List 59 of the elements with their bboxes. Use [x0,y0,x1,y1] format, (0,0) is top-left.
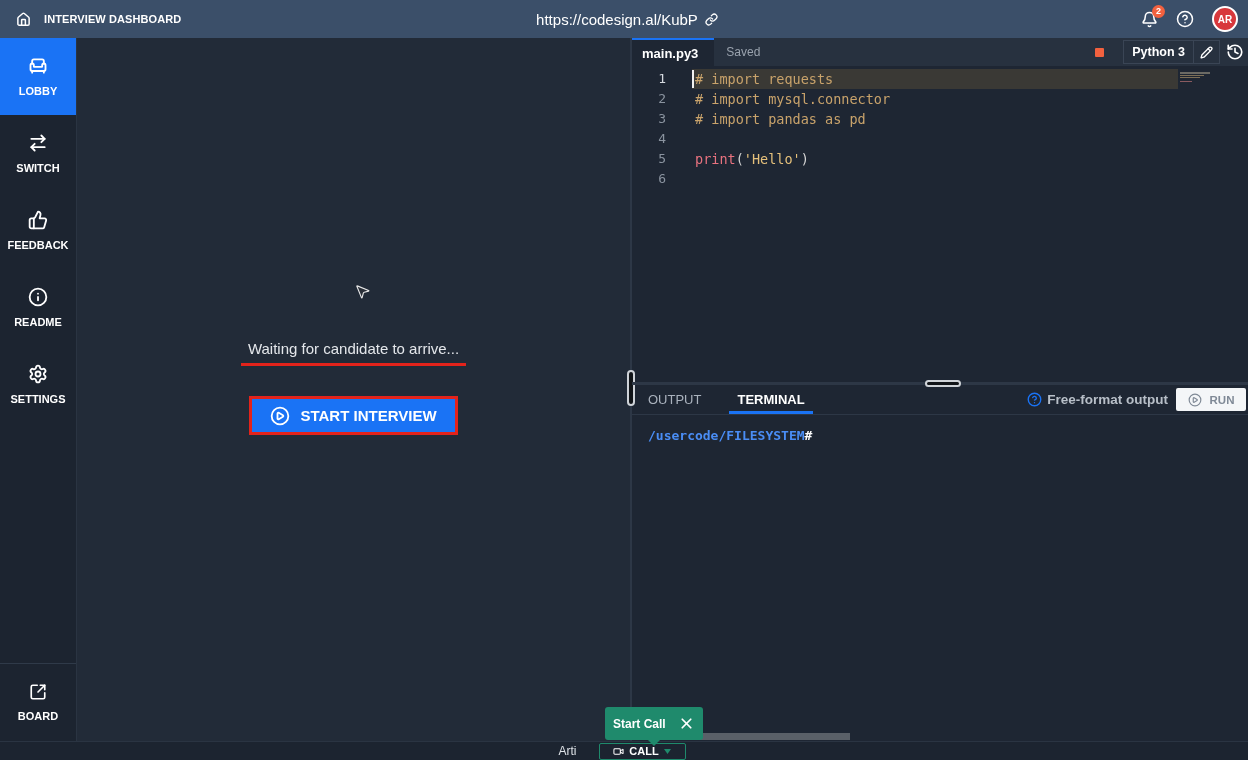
history-icon [1226,43,1244,61]
settings-icon [28,364,48,384]
play-icon [1187,392,1202,407]
code-text: print('Hello') [695,150,809,169]
line-number: 2 [657,90,667,108]
armchair-icon [28,56,48,76]
code-text: # import pandas as pd [695,110,866,129]
app-title: INTERVIEW DASHBOARD [44,13,182,25]
output-format-hint: Free-format output [1047,392,1168,407]
language-button[interactable]: Python 3 [1124,41,1193,63]
resize-handle[interactable] [925,380,961,387]
save-status: Saved [725,44,761,61]
play-icon [270,405,291,426]
line-number: 5 [657,150,667,168]
minimap[interactable] [1180,72,1210,82]
start-interview-button[interactable]: START INTERVIEW [249,396,458,435]
code-text: # import mysql.connector [695,90,891,109]
sidebar-item[interactable]: LOBBY [0,38,76,115]
waiting-message: Waiting for candidate to arrive... [240,340,467,366]
link-icon [704,12,718,26]
home-button[interactable] [16,11,31,27]
terminal-prompt: /usercode/FILESYSTEM# [648,428,814,443]
text-cursor [692,70,694,88]
external-link-icon [29,683,47,701]
help-button[interactable] [1176,10,1194,28]
line-number: 4 [657,130,667,148]
stop-square-icon [1095,47,1105,57]
video-icon [613,745,625,757]
copy-link-button[interactable] [704,12,718,26]
file-tab[interactable]: main.py3 [632,38,715,66]
participant-name: Arti [558,744,577,758]
thumbs-up-icon [28,210,48,230]
line-number: 6 [657,170,667,188]
sidebar-item[interactable]: README [0,269,76,346]
help-icon [1027,392,1043,407]
session-url: https://codesign.al/KubP [536,10,698,28]
pencil-icon [1200,45,1213,59]
arrows-icon [28,133,48,153]
sidebar-item[interactable]: FEEDBACK [0,192,76,269]
sidebar-item[interactable]: BOARD [0,664,76,741]
history-button[interactable] [1226,43,1244,61]
user-avatar[interactable]: AR [1212,6,1238,32]
help-icon [1176,10,1194,28]
output-tab[interactable]: TERMINAL [729,385,813,414]
sidebar-item[interactable]: SETTINGS [0,346,76,423]
output-tab[interactable]: OUTPUT [640,385,710,414]
notification-count: 2 [1152,4,1165,18]
line-number: 3 [657,110,667,128]
mouse-cursor-icon [354,283,371,300]
line-number: 1 [657,70,667,88]
caret-icon [663,748,671,754]
code-text: # import requests [695,70,834,89]
tooltip-text: Start Call [613,716,666,731]
sidebar-item[interactable]: SWITCH [0,115,76,192]
info-icon [28,287,48,307]
bell-icon [1141,10,1158,28]
close-icon [678,715,695,732]
home-icon [16,11,31,27]
close-button[interactable] [678,715,695,732]
